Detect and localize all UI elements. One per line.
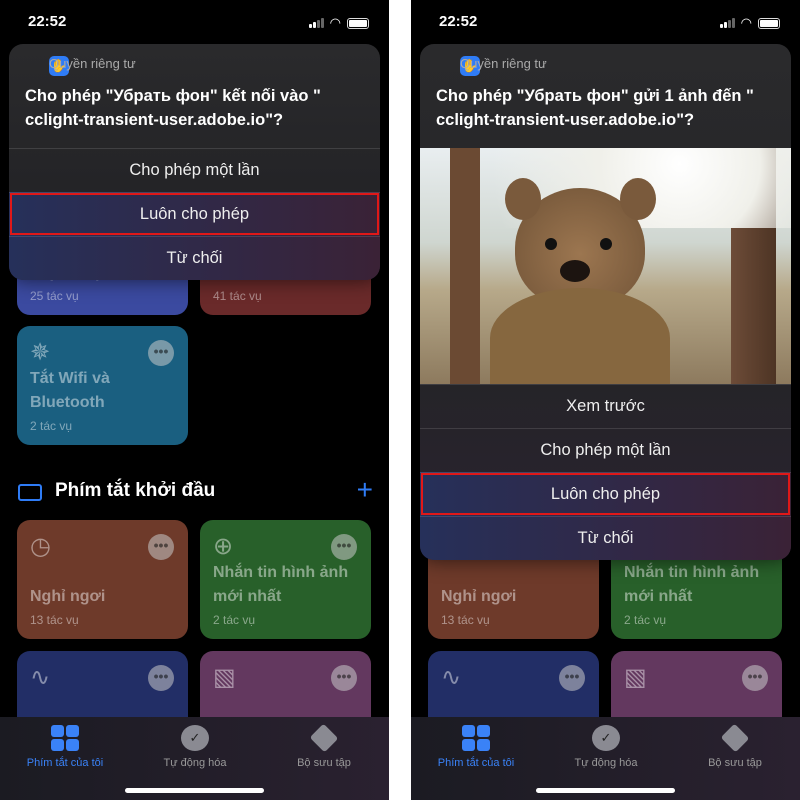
home-indicator bbox=[125, 788, 264, 793]
battery-icon bbox=[758, 17, 780, 29]
shortcut-card[interactable]: ✵ ••• Tắt Wifi và Bluetooth 2 tác vụ bbox=[17, 326, 188, 445]
battery-icon bbox=[347, 17, 369, 29]
more-button[interactable]: ••• bbox=[148, 534, 174, 560]
folder-icon bbox=[18, 484, 42, 501]
more-button[interactable]: ••• bbox=[331, 665, 357, 691]
allow-once-button[interactable]: Cho phép một lần bbox=[420, 428, 791, 472]
card-title: Nghỉ ngơi bbox=[441, 588, 517, 605]
shortcut-card[interactable]: ⊕ ••• Nhắn tin hình ảnh mới nhất 2 tác v… bbox=[200, 520, 371, 639]
allow-once-button[interactable]: Cho phép một lần bbox=[9, 148, 380, 192]
clock-icon: ✓ bbox=[181, 725, 209, 751]
tab-gallery[interactable]: Bộ sưu tập bbox=[670, 723, 800, 769]
clock-icon: ✓ bbox=[592, 725, 620, 751]
card-subtitle: 2 tác vụ bbox=[624, 613, 667, 627]
deny-button[interactable]: Từ chối bbox=[420, 516, 791, 560]
more-button[interactable]: ••• bbox=[148, 340, 174, 366]
tab-automation[interactable]: ✓ Tự động hóa bbox=[130, 725, 260, 769]
card-title: Nhắn tin hình ảnh mới nhất bbox=[213, 564, 349, 605]
tab-bar: Phím tắt của tôi ✓ Tự động hóa Bộ sưu tậ… bbox=[411, 717, 800, 800]
more-button[interactable]: ••• bbox=[742, 665, 768, 691]
card-subtitle: 2 tác vụ bbox=[213, 613, 256, 627]
tab-label: Phím tắt của tôi bbox=[26, 757, 104, 769]
card-subtitle: 2 tác vụ bbox=[30, 419, 73, 433]
phone-screen-right: 22:52 ◠ Убрать фон 25 tác vụ DTikTok 41 … bbox=[411, 0, 800, 800]
card-subtitle: 13 tác vụ bbox=[441, 613, 490, 627]
always-allow-button[interactable]: Luôn cho phép bbox=[9, 192, 380, 236]
home-indicator bbox=[536, 788, 675, 793]
layers-icon bbox=[309, 723, 339, 753]
tab-label: Bộ sưu tập bbox=[708, 757, 762, 769]
phone-screen-left: 22:52 ◠ Убрать фон 25 tác vụ DTikTok 41 … bbox=[0, 0, 389, 800]
status-time: 22:52 bbox=[28, 13, 67, 30]
dialog-category: Quyền riêng tư bbox=[460, 56, 547, 71]
magic-wand-icon: ✵ bbox=[30, 339, 51, 366]
tab-my-shortcuts[interactable]: Phím tắt của tôi bbox=[0, 725, 130, 769]
tab-label: Tự động hóa bbox=[163, 757, 227, 769]
tab-label: Bộ sưu tập bbox=[297, 757, 351, 769]
dialog-category: Quyền riêng tư bbox=[49, 56, 136, 71]
card-subtitle: 13 tác vụ bbox=[30, 613, 79, 627]
photos-icon: ▧ bbox=[624, 664, 647, 691]
tab-label: Tự động hóa bbox=[574, 757, 638, 769]
timer-icon: ◷ bbox=[30, 533, 51, 560]
tab-label: Phím tắt của tôi bbox=[437, 757, 515, 769]
more-button[interactable]: ••• bbox=[331, 534, 357, 560]
section-header: Phím tắt khởi đầu + bbox=[18, 474, 373, 506]
waveform-icon: ∿ bbox=[441, 664, 462, 691]
signal-icon bbox=[308, 18, 324, 28]
photos-icon: ▧ bbox=[213, 664, 236, 691]
waveform-icon: ∿ bbox=[30, 664, 51, 691]
add-shortcut-button[interactable]: + bbox=[357, 474, 373, 506]
card-title: Tắt Wifi và Bluetooth bbox=[30, 370, 110, 411]
status-icons: ◠ bbox=[719, 15, 780, 31]
tab-gallery[interactable]: Bộ sưu tập bbox=[259, 723, 389, 769]
always-allow-button[interactable]: Luôn cho phép bbox=[420, 472, 791, 516]
message-plus-icon: ⊕ bbox=[213, 533, 234, 560]
deny-button[interactable]: Từ chối bbox=[9, 236, 380, 280]
preview-button[interactable]: Xem trước bbox=[420, 384, 791, 428]
attached-photo bbox=[420, 148, 791, 384]
card-title: Nghỉ ngơi bbox=[30, 588, 106, 605]
dialog-question: Cho phép "Убрать фон" kết nối vào " ccli… bbox=[25, 87, 321, 129]
section-title: Phím tắt khởi đầu bbox=[55, 480, 216, 501]
tab-bar: Phím tắt của tôi ✓ Tự động hóa Bộ sưu tậ… bbox=[0, 717, 389, 800]
card-title: Nhắn tin hình ảnh mới nhất bbox=[624, 564, 760, 605]
card-subtitle: 25 tác vụ bbox=[30, 289, 79, 303]
grid-icon bbox=[51, 725, 79, 751]
layers-icon bbox=[720, 723, 750, 753]
dialog-header: ✋ Quyền riêng tư bbox=[9, 44, 380, 80]
tab-my-shortcuts[interactable]: Phím tắt của tôi bbox=[411, 725, 541, 769]
dialog-header: ✋ Quyền riêng tư bbox=[420, 44, 791, 80]
signal-icon bbox=[719, 18, 735, 28]
privacy-permission-dialog: ✋ Quyền riêng tư Cho phép "Убрать фон" gử… bbox=[420, 44, 791, 560]
privacy-permission-dialog: ✋ Quyền riêng tư Cho phép "Убрать фон" kế… bbox=[9, 44, 380, 280]
shortcut-card[interactable]: ◷ ••• Nghỉ ngơi 13 tác vụ bbox=[17, 520, 188, 639]
tab-automation[interactable]: ✓ Tự động hóa bbox=[541, 725, 671, 769]
status-icons: ◠ bbox=[308, 15, 369, 31]
grid-icon bbox=[462, 725, 490, 751]
more-button[interactable]: ••• bbox=[559, 665, 585, 691]
wifi-icon: ◠ bbox=[329, 15, 341, 30]
more-button[interactable]: ••• bbox=[148, 665, 174, 691]
status-time: 22:52 bbox=[439, 13, 478, 30]
dialog-question: Cho phép "Убрать фон" gửi 1 ảnh đến " cc… bbox=[436, 87, 754, 129]
wifi-icon: ◠ bbox=[740, 15, 752, 30]
card-subtitle: 41 tác vụ bbox=[213, 289, 262, 303]
